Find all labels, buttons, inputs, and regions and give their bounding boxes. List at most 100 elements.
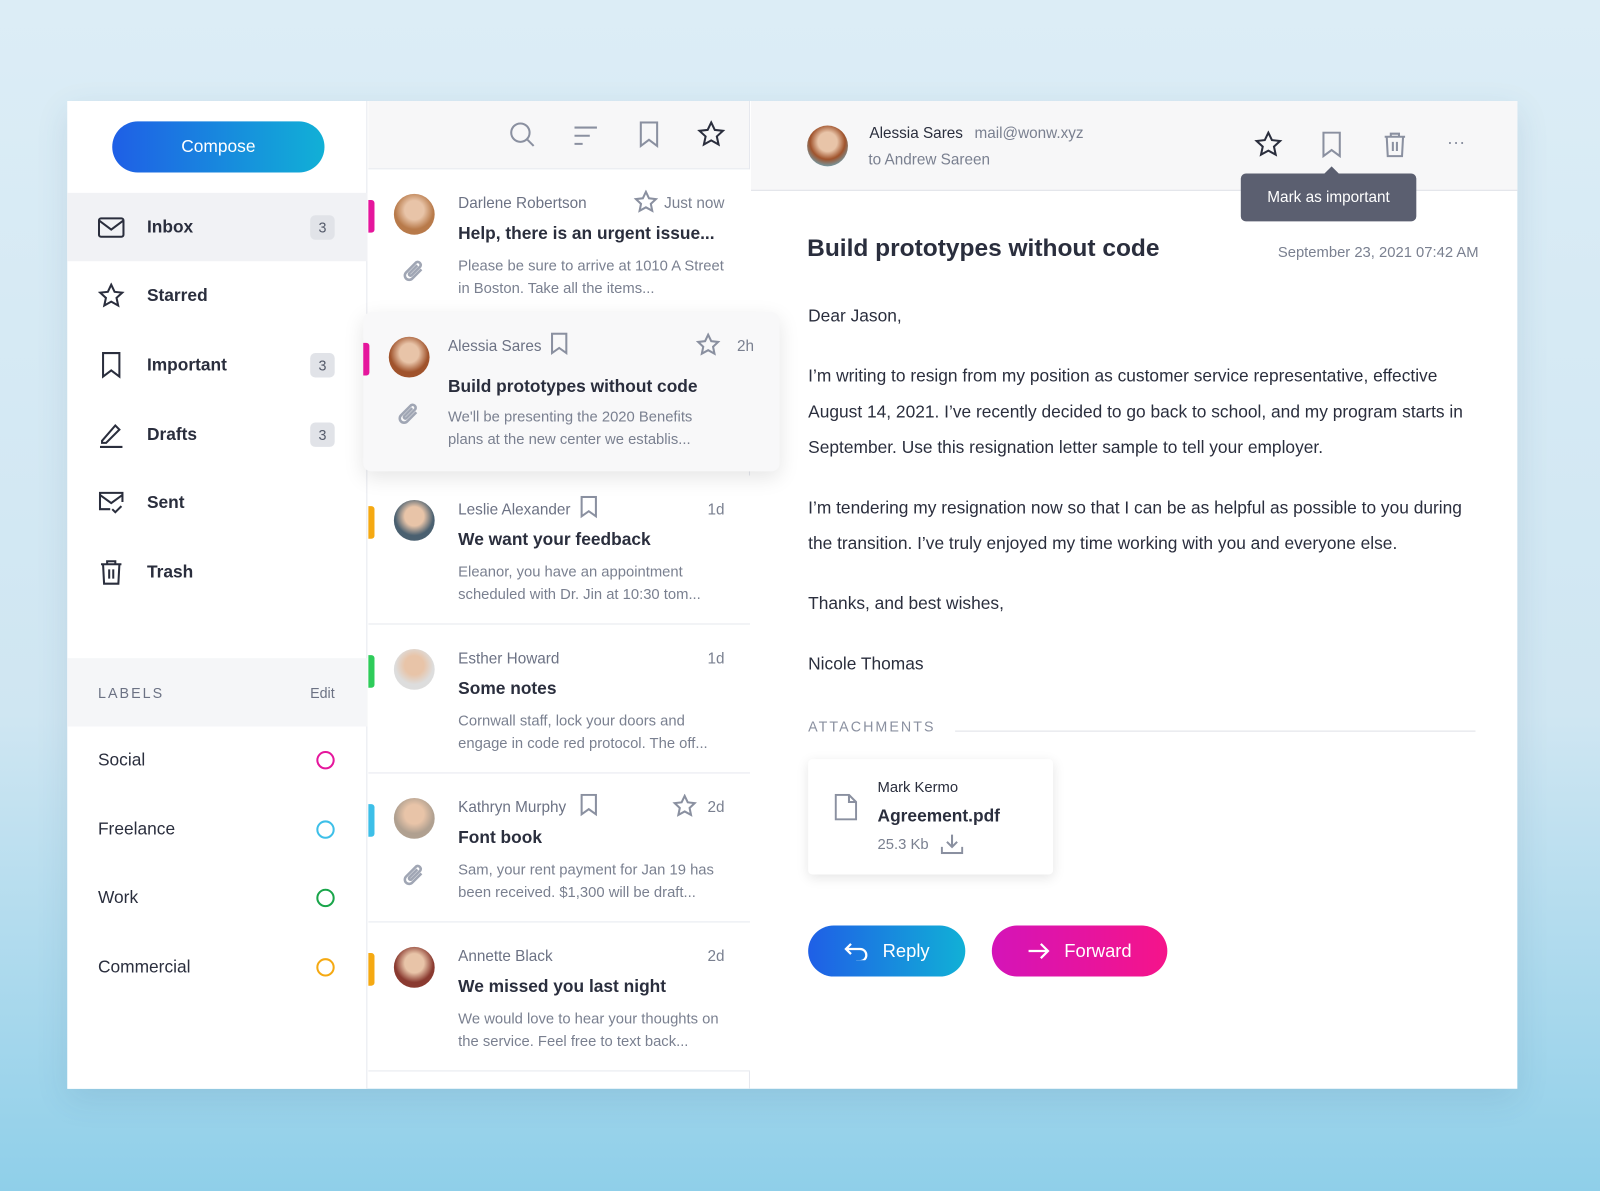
message-time: 2d [707,798,725,817]
paragraph: I’m tendering my resignation now so that… [808,497,1462,554]
message-subject: We missed you last night [458,976,667,996]
label-name: Social [97,749,146,770]
message-preview: Sam, your rent payment for Jan 19 has be… [458,862,714,902]
labels-edit-link[interactable]: Edit [310,684,335,700]
count-badge: 3 [310,352,335,378]
label-color-bar [368,199,375,233]
paperclip-icon [396,402,423,434]
avatar [388,336,430,378]
message-subject: We want your feedback [458,529,651,549]
arrow-right-icon [1028,943,1050,959]
bookmark-icon [98,351,125,379]
reading-pane: Alessia Sares mail@wonw.xyz to Andrew Sa… [751,101,1518,1089]
recipient: to Andrew Sareen [868,151,991,169]
sidebar-item-drafts[interactable]: Drafts 3 [67,400,367,468]
star-icon[interactable] [672,793,697,824]
sender-name: Alessia Sares [869,124,963,142]
more-options-icon[interactable]: ··· [1447,132,1465,153]
star-icon[interactable] [1254,130,1283,165]
sender-avatar [807,125,848,167]
forward-button[interactable]: Forward [991,925,1168,977]
compose-button[interactable]: Compose [112,121,325,173]
message-preview: Eleanor, you have an appointment schedul… [458,564,701,604]
message-item[interactable]: Kathryn Murphy 2d Font book Sam, your re… [368,773,750,923]
trash-icon[interactable] [1384,132,1406,164]
bookmark-icon[interactable] [550,332,568,361]
sidebar-item-label: Important [146,354,227,374]
forward-label: Forward [1064,940,1132,961]
sender-name: Darlene Robertson [458,194,587,213]
message-time: 2h [737,337,755,356]
star-icon [97,282,125,309]
star-icon[interactable] [695,332,721,363]
sender-name: Annette Black [458,947,553,966]
star-icon[interactable] [697,120,726,154]
message-item[interactable]: Leslie Alexander 1d We want your feedbac… [368,475,750,625]
message-preview: Please be sure to arrive at 1010 A Stree… [458,258,724,297]
sender-name: Alessia Sares [447,337,542,356]
sidebar-item-important[interactable]: Important 3 [67,331,367,399]
sidebar-item-starred[interactable]: Starred [67,261,367,329]
star-icon[interactable] [633,189,659,220]
avatar [393,193,435,235]
reader-header: Alessia Sares mail@wonw.xyz to Andrew Sa… [751,101,1518,222]
unread-count-badge: 3 [310,214,335,240]
message-time: 1d [707,649,725,668]
label-color-ring [316,820,335,839]
sidebar-item-label: Starred [146,285,208,305]
sidebar-item-label: Drafts [146,423,198,444]
download-icon[interactable] [940,834,964,860]
label-freelance[interactable]: Freelance [98,819,335,839]
search-icon[interactable] [509,121,536,153]
email-subject: Build prototypes without code [807,234,1160,263]
label-name: Commercial [97,957,191,977]
sidebar-item-sent[interactable]: Sent [67,468,367,536]
paperclip-icon [401,863,428,895]
label-commercial[interactable]: Commercial [98,957,335,977]
avatar [393,648,435,690]
list-toolbar [368,101,749,170]
sidebar-item-label: Inbox [146,216,194,237]
label-color-ring [316,958,335,977]
label-social[interactable]: Social [98,750,335,770]
message-preview: We'll be presenting the 2020 Benefits pl… [447,409,693,448]
paperclip-icon [401,259,428,291]
bookmark-icon[interactable] [1321,131,1341,164]
labels-header: LABELS Edit [67,658,368,727]
avatar [393,499,435,541]
label-color-bar [368,953,375,986]
message-preview: Cornwall staff, lock your doors and enga… [458,713,708,753]
tooltip: Mark as important [1240,166,1417,222]
sidebar-item-inbox[interactable]: Inbox 3 [67,192,368,262]
file-icon [834,793,858,826]
sender-name: Esther Howard [458,649,560,668]
message-item[interactable]: Annette Black 2d We missed you last nigh… [368,922,750,1072]
reply-button[interactable]: Reply [808,925,966,977]
mail-app: Compose Inbox 3 Starred Important 3 Drafts… [67,101,1518,1089]
message-item[interactable]: Alessia Sares 2h Build prototypes withou… [363,312,780,472]
label-name: Work [97,887,139,908]
attachment-card[interactable]: Mark Kermo Agreement.pdf 25.3 Kb [808,759,1054,875]
label-color-bar [363,342,370,376]
sidebar-item-trash[interactable]: Trash [67,538,367,606]
paragraph: Thanks, and best wishes, [808,593,1004,614]
message-time: Just now [664,194,725,213]
filter-icon[interactable] [573,126,597,152]
attachment-owner: Mark Kermo [877,779,959,796]
message-subject: Some notes [458,678,557,698]
message-time: 2d [707,947,725,966]
avatar [393,946,435,988]
sender-name: Kathryn Murphy [458,798,567,817]
label-work[interactable]: Work [98,888,335,908]
attachment-size: 25.3 Kb [877,836,929,854]
label-color-bar [368,655,375,688]
message-item[interactable]: Darlene Robertson Just now Help, there i… [368,169,750,319]
label-color-bar [368,506,375,539]
sidebar: Compose Inbox 3 Starred Important 3 Drafts… [67,101,368,1089]
message-item[interactable]: Esther Howard 1d Some notes Cornwall sta… [368,624,750,774]
bookmark-icon[interactable] [580,793,598,822]
bookmark-icon[interactable] [580,495,598,524]
email-date: September 23, 2021 07:42 AM [1277,244,1479,262]
bookmark-icon[interactable] [639,121,659,153]
sidebar-item-label: Trash [146,561,194,582]
